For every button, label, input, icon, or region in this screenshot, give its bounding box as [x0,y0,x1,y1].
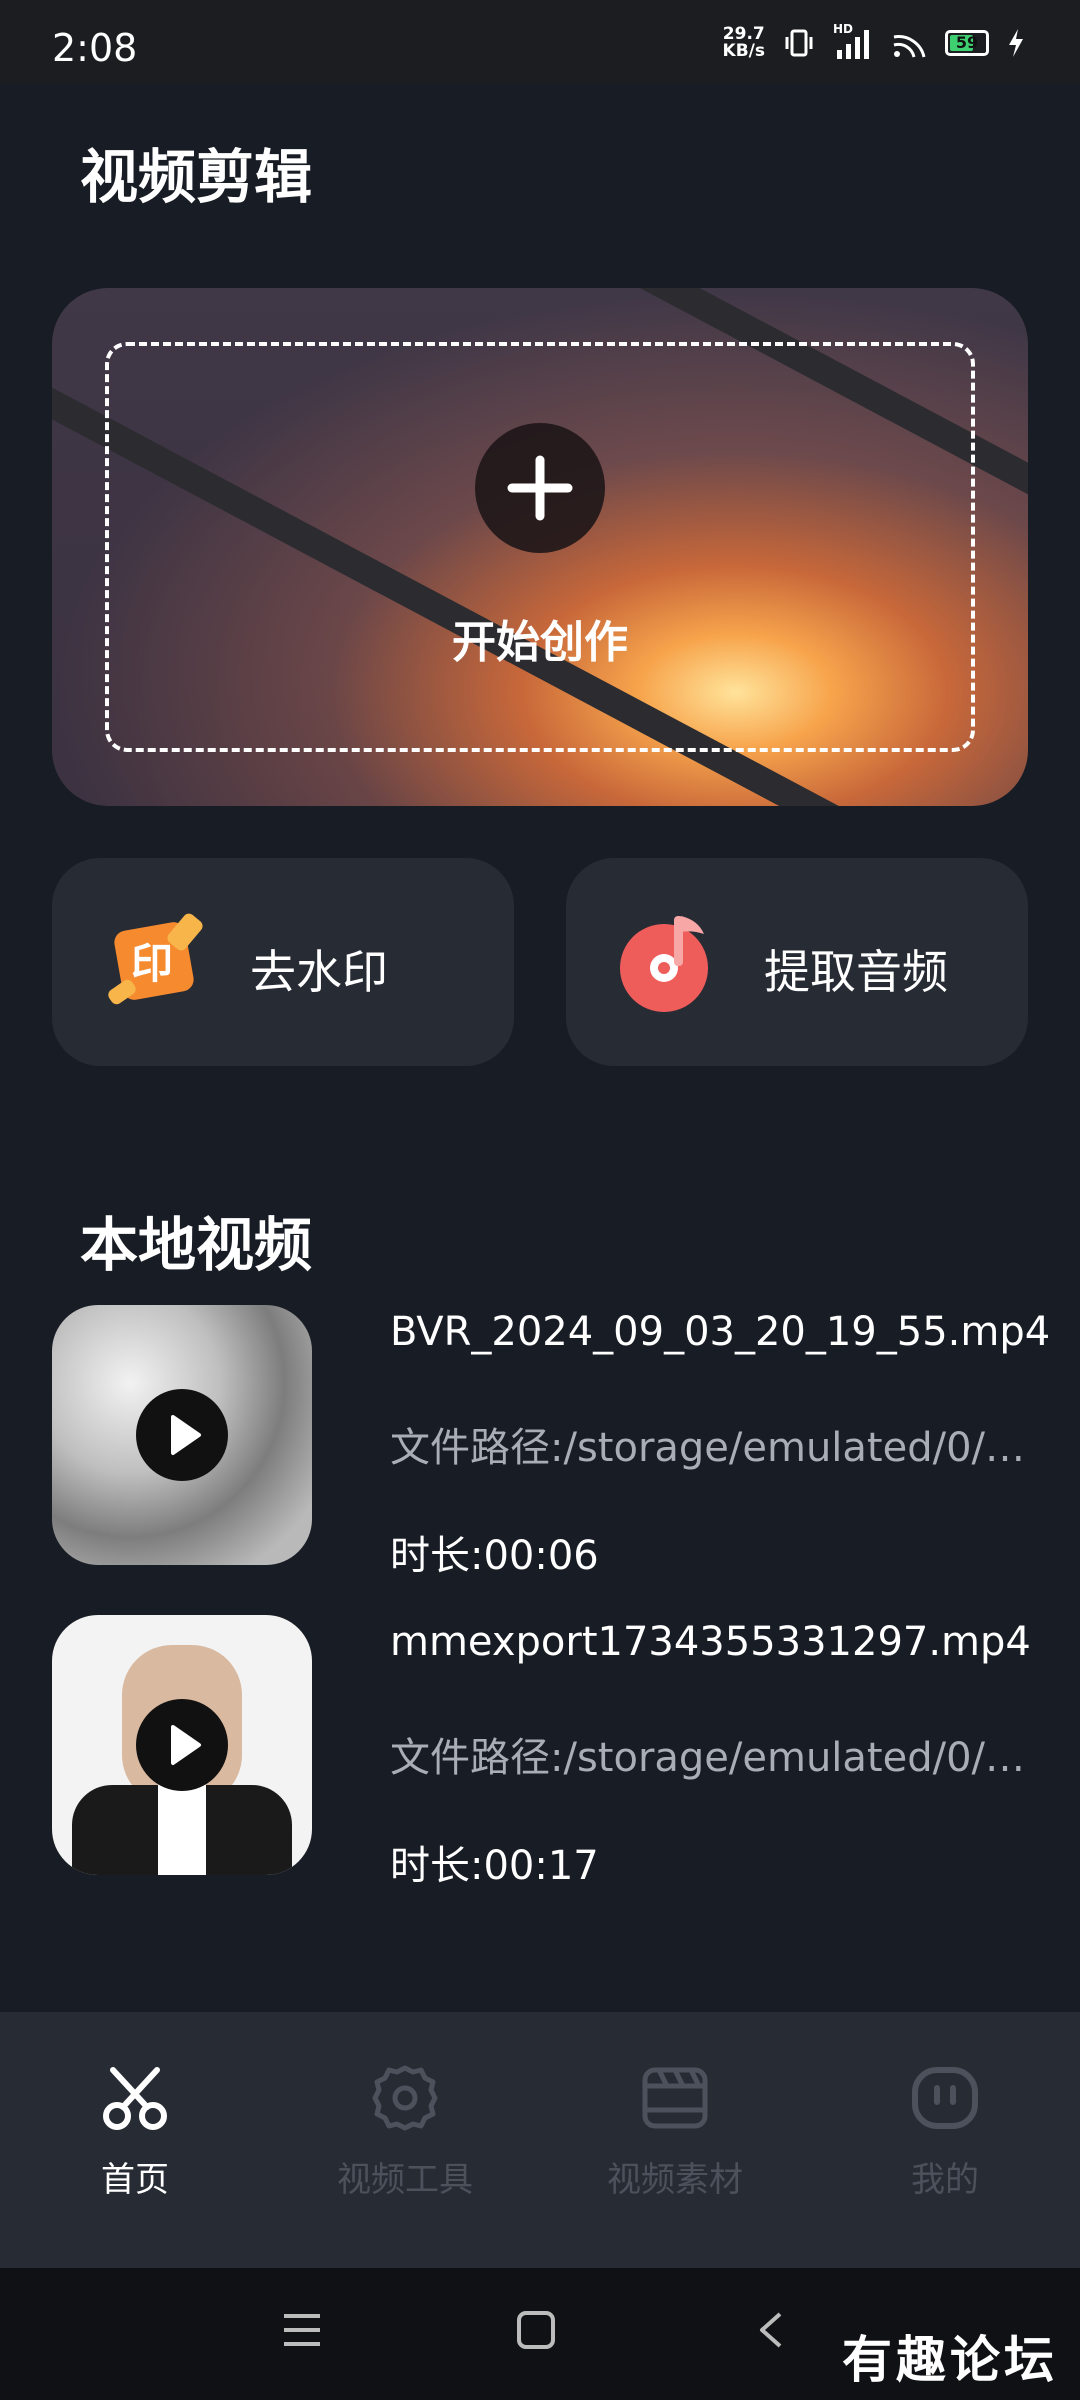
local-videos-title: 本地视频 [80,1211,313,1279]
nav-profile[interactable]: 我的 [845,2062,1045,2201]
status-bar: 2:08 29.7 KB/s HD 59 [0,0,1080,84]
video-duration: 时长:00:17 [390,1843,599,1889]
vibrate-icon [785,29,813,57]
bottom-nav: 首页 视频工具 视频素材 我的 [0,2012,1080,2268]
play-icon [171,1725,201,1765]
video-duration: 时长:00:06 [390,1533,599,1579]
remove-watermark-button[interactable]: 印 去水印 [52,858,514,1066]
signal-icon: HD [833,22,873,60]
start-creation-card[interactable]: 开始创作 [52,288,1028,806]
start-creation-label: 开始创作 [452,617,628,668]
wifi-icon [893,35,926,58]
nav-video-tools-label: 视频工具 [337,2160,473,2200]
video-thumbnail[interactable] [52,1615,312,1875]
nav-video-materials[interactable]: 视频素材 [575,2062,775,2201]
gear-icon [372,2065,438,2131]
status-time: 2:08 [52,26,138,70]
battery-icon: 59 [945,30,989,56]
net-speed: 29.7 KB/s [722,24,765,61]
nav-profile-label: 我的 [911,2160,979,2200]
watermark-remove-icon: 印 [108,913,203,1005]
video-path: 文件路径:/storage/emulated/0/… [390,1735,1026,1781]
nav-video-materials-label: 视频素材 [607,2160,743,2200]
video-name: mmexport1734355331297.mp4 [390,1619,1031,1665]
play-button[interactable] [136,1389,228,1481]
charging-icon [1009,29,1023,57]
extract-audio-label: 提取音频 [764,945,948,999]
clapperboard-icon [642,2067,708,2129]
status-icons: 29.7 KB/s HD 59 [722,22,1025,61]
remove-watermark-label: 去水印 [250,945,388,999]
nav-video-tools[interactable]: 视频工具 [305,2062,505,2201]
nav-home-label: 首页 [101,2160,169,2200]
add-button[interactable] [475,423,605,553]
video-path: 文件路径:/storage/emulated/0/… [390,1425,1026,1471]
menu-icon[interactable] [282,2310,322,2350]
video-list-item[interactable]: mmexport1734355331297.mp4 文件路径:/storage/… [52,1615,1032,1889]
back-icon[interactable] [752,2310,792,2350]
svg-text:印: 印 [131,939,173,988]
plus-icon [507,455,573,521]
video-thumbnail[interactable] [52,1305,312,1565]
system-nav-bar: 有趣论坛 [0,2268,1080,2400]
video-name: BVR_2024_09_03_20_19_55.mp4 [390,1309,1051,1355]
profile-face-icon [912,2067,978,2129]
scissors-icon [103,2067,167,2130]
forum-watermark: 有趣论坛 [842,2330,1058,2389]
video-list-item[interactable]: BVR_2024_09_03_20_19_55.mp4 文件路径:/storag… [52,1305,1050,1579]
nav-home[interactable]: 首页 [35,2062,235,2201]
play-icon [171,1415,201,1455]
play-button[interactable] [136,1699,228,1791]
page-title: 视频剪辑 [80,143,313,211]
extract-audio-button[interactable]: 提取音频 [566,858,1028,1066]
home-icon[interactable] [516,2310,556,2350]
audio-extract-icon [620,916,708,1012]
